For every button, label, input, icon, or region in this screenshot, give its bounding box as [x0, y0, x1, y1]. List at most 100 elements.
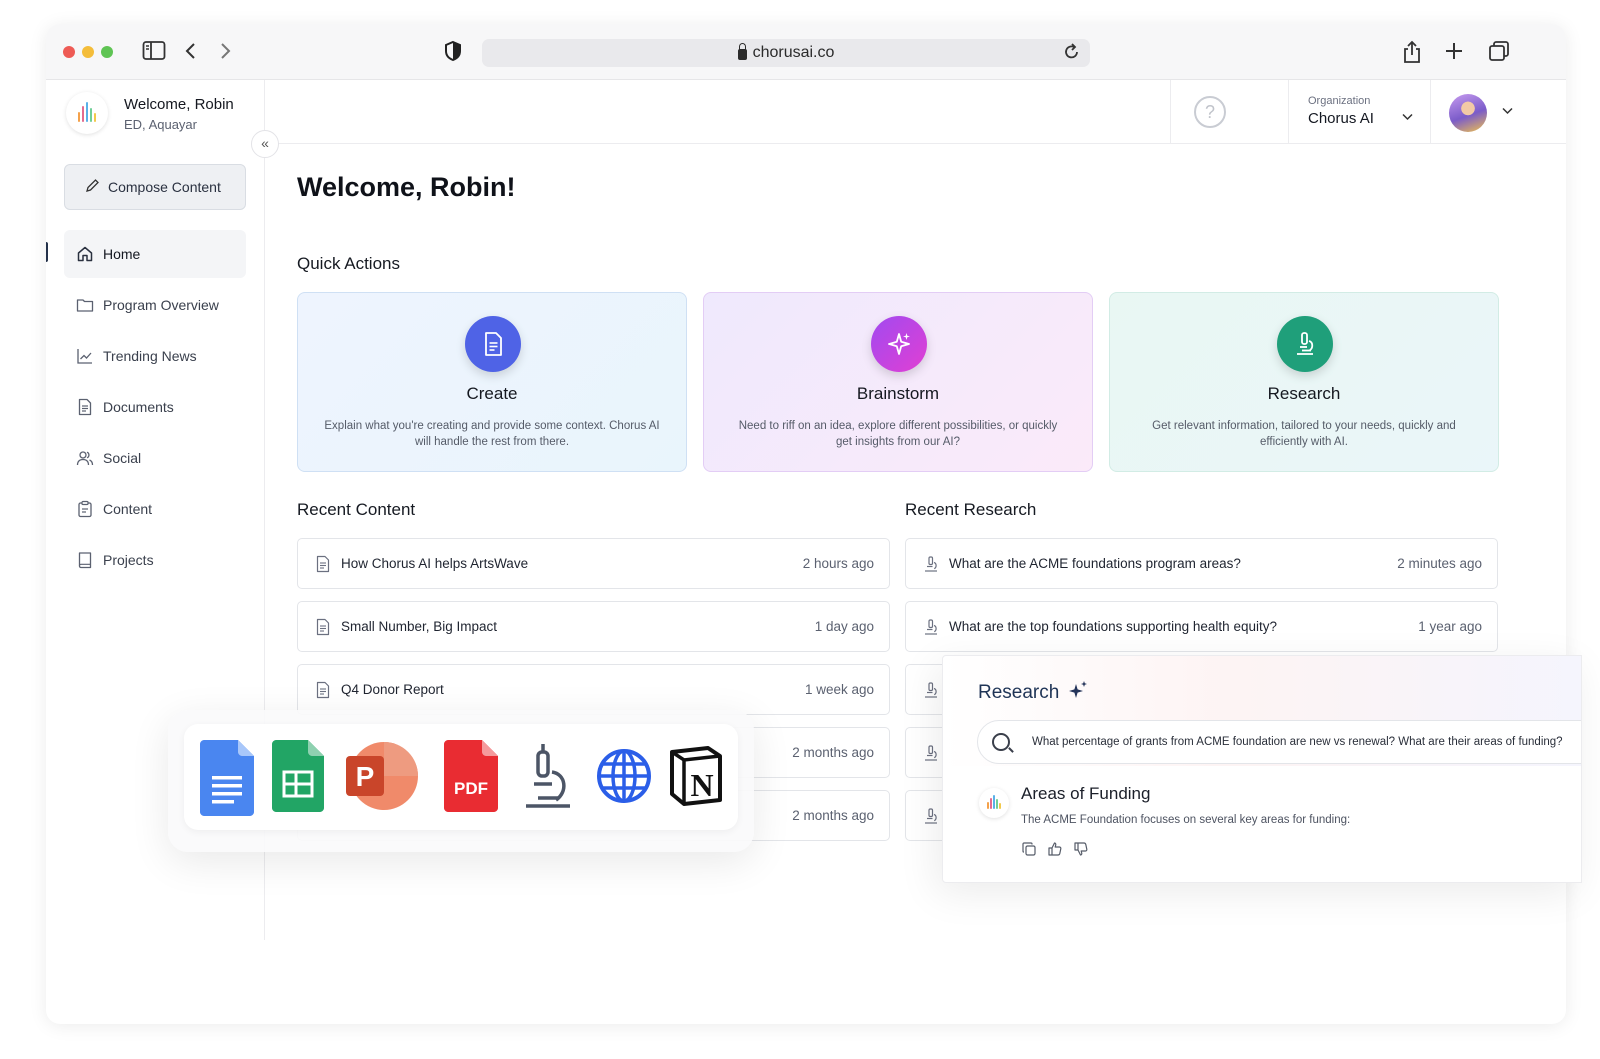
help-button[interactable]: ?	[1170, 80, 1248, 144]
chevron-down-icon	[1501, 104, 1514, 120]
document-icon	[78, 398, 92, 416]
pdf-label: PDF	[454, 779, 488, 798]
microscope-icon	[1277, 316, 1333, 372]
reload-icon[interactable]	[1064, 42, 1080, 67]
browser-toolbar: chorusai.co	[46, 24, 1566, 80]
research-panel-title: Research	[978, 682, 1060, 703]
recent-research-time: 1 year ago	[1418, 619, 1482, 634]
recent-research-title: Recent Research	[905, 500, 1037, 519]
quick-action-research[interactable]: Research Get relevant information, tailo…	[1109, 292, 1499, 472]
privacy-shield-icon[interactable]	[443, 40, 463, 68]
sidebar-item-label: Projects	[103, 552, 154, 568]
recent-content-time: 2 months ago	[792, 745, 874, 760]
google-sheets-icon[interactable]	[272, 740, 324, 812]
sidebar-item-label: Content	[103, 501, 153, 517]
compose-content-button[interactable]: Compose Content	[64, 164, 246, 210]
sidebar-item-label: Home	[103, 246, 141, 262]
thumbs-down-icon[interactable]	[1073, 841, 1089, 857]
quick-actions-title: Quick Actions	[297, 254, 400, 273]
notion-letter: N	[690, 767, 713, 803]
organization-label: Organization	[1308, 95, 1371, 107]
recent-research-time: 2 minutes ago	[1397, 556, 1482, 571]
recent-content-item[interactable]: How Chorus AI helps ArtsWave 2 hours ago	[297, 538, 890, 589]
notion-icon[interactable]: N	[668, 746, 724, 806]
recent-content-item[interactable]: Small Number, Big Impact 1 day ago	[297, 601, 890, 652]
user-greeting: Welcome, Robin	[124, 96, 234, 113]
recent-content-label: How Chorus AI helps ArtsWave	[341, 556, 529, 571]
globe-icon[interactable]	[596, 748, 652, 804]
chorus-logo	[66, 92, 108, 134]
question-mark-icon: ?	[1194, 96, 1226, 128]
sidebar-item-social[interactable]: Social	[64, 434, 246, 482]
organization-name: Chorus AI	[1308, 110, 1374, 127]
document-icon	[316, 618, 330, 635]
sidebar-item-home[interactable]: Home	[64, 230, 246, 278]
recent-content-title: Recent Content	[297, 500, 416, 519]
sidebar-item-label: Social	[103, 450, 142, 466]
chevron-down-icon	[1401, 110, 1414, 126]
pdf-icon[interactable]: PDF	[444, 740, 498, 812]
sidebar-item-label: Documents	[103, 399, 174, 415]
sidebar-item-documents[interactable]: Documents	[64, 383, 246, 431]
folder-icon	[76, 299, 94, 312]
integrations-icon-row: P PDF N	[184, 724, 738, 830]
top-bar: ? Organization Chorus AI	[265, 80, 1566, 144]
powerpoint-letter: P	[356, 761, 375, 792]
search-icon	[992, 733, 1010, 751]
microscope-icon	[925, 681, 937, 698]
share-icon[interactable]	[1402, 40, 1422, 70]
quick-action-description: Need to riff on an idea, explore differe…	[738, 420, 1058, 448]
sidebar-item-projects[interactable]: Projects	[64, 536, 246, 584]
recent-content-label: Q4 Donor Report	[341, 682, 444, 697]
profile-menu[interactable]	[1430, 80, 1566, 144]
quick-action-description: Get relevant information, tailored to yo…	[1152, 420, 1456, 448]
recent-content-time: 1 day ago	[814, 619, 874, 634]
answer-heading: Areas of Funding	[1021, 784, 1151, 803]
sidebar-item-content[interactable]: Content	[64, 485, 246, 533]
tab-overview-icon[interactable]	[1488, 40, 1510, 68]
sparkles-icon	[871, 316, 927, 372]
microscope-icon	[925, 555, 937, 572]
research-panel: Research Areas of Funding The ACME Found…	[942, 655, 1582, 883]
collapse-sidebar-button[interactable]: «	[251, 130, 279, 158]
copy-icon[interactable]	[1021, 841, 1037, 857]
close-window-button[interactable]	[63, 46, 75, 58]
page-title: Welcome, Robin!	[297, 172, 516, 202]
powerpoint-icon[interactable]: P	[344, 740, 420, 812]
thumbs-up-icon[interactable]	[1047, 841, 1063, 857]
sidebar-item-program-overview[interactable]: Program Overview	[64, 281, 246, 329]
maximize-window-button[interactable]	[101, 46, 113, 58]
answer-actions	[1021, 841, 1089, 857]
microscope-icon	[925, 807, 937, 824]
user-role: ED, Aquayar	[124, 117, 197, 132]
organization-selector[interactable]: Organization Chorus AI	[1288, 80, 1430, 144]
document-icon	[316, 555, 330, 572]
research-search-box[interactable]	[977, 720, 1581, 764]
recent-research-item[interactable]: What are the top foundations supporting …	[905, 601, 1498, 652]
quick-action-title: Create	[466, 384, 518, 403]
forward-arrow-icon[interactable]	[218, 40, 232, 68]
lock-icon	[737, 42, 747, 60]
url-text: chorusai.co	[752, 44, 835, 61]
minimize-window-button[interactable]	[82, 46, 94, 58]
pencil-icon	[85, 178, 100, 197]
quick-action-create[interactable]: Create Explain what you're creating and …	[297, 292, 687, 472]
google-docs-icon[interactable]	[200, 740, 254, 816]
microscope-icon[interactable]	[524, 740, 574, 812]
recent-content-label: Small Number, Big Impact	[341, 619, 498, 634]
recent-research-label: What are the ACME foundations program ar…	[949, 556, 1241, 571]
recent-research-item[interactable]: What are the ACME foundations program ar…	[905, 538, 1498, 589]
address-bar[interactable]: chorusai.co	[482, 39, 1090, 67]
recent-content-time: 2 hours ago	[802, 556, 874, 571]
new-tab-icon[interactable]	[1444, 40, 1464, 68]
sidebar-toggle-icon[interactable]	[142, 40, 166, 68]
recent-content-time: 2 months ago	[792, 808, 874, 823]
sidebar-item-trending-news[interactable]: Trending News	[64, 332, 246, 380]
users-icon	[76, 451, 94, 466]
research-query-input[interactable]	[1032, 721, 1581, 763]
back-arrow-icon[interactable]	[184, 40, 198, 68]
chorus-logo	[979, 788, 1009, 818]
document-icon	[316, 681, 330, 698]
quick-action-brainstorm[interactable]: Brainstorm Need to riff on an idea, expl…	[703, 292, 1093, 472]
recent-content-item[interactable]: Q4 Donor Report 1 week ago	[297, 664, 890, 715]
